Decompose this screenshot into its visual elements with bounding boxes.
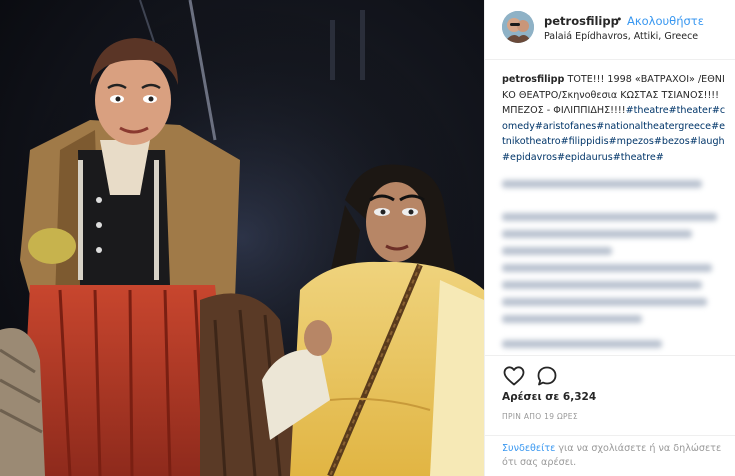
follow-button[interactable]: Ακολουθήστε bbox=[627, 14, 704, 28]
login-link[interactable]: Συνδεθείτε bbox=[502, 443, 555, 454]
post-timestamp[interactable]: ΠΡΙΝ ΑΠΟ 19 ΩΡΕΣ bbox=[502, 412, 578, 421]
post-header: petrosfilipp • Ακολουθήστε Palaiá Epídha… bbox=[485, 0, 735, 60]
username-link[interactable]: petrosfilipp bbox=[544, 14, 619, 28]
heart-icon[interactable] bbox=[502, 364, 526, 388]
post-side-panel: petrosfilipp • Ακολουθήστε Palaiá Epídha… bbox=[484, 0, 735, 476]
separator-dot: • bbox=[616, 13, 623, 26]
avatar-image bbox=[502, 11, 534, 43]
caption-username[interactable]: petrosfilipp bbox=[502, 74, 564, 85]
post-photo[interactable] bbox=[0, 0, 484, 476]
comment-icon[interactable] bbox=[535, 364, 559, 388]
avatar[interactable] bbox=[502, 11, 534, 43]
comment-login-bar: Συνδεθείτε για να σχολιάσετε ή να δηλώσε… bbox=[485, 435, 735, 476]
blurred-comment bbox=[502, 180, 722, 197]
theatre-scene-image bbox=[0, 0, 484, 476]
post-caption: petrosfilipp ΤΟΤΕ!!! 1998 «ΒΑΤΡΑΧΟΙ» /ΕΘ… bbox=[502, 72, 728, 165]
likes-count[interactable]: Αρέσει σε 6,324 bbox=[502, 391, 596, 403]
login-prompt: Συνδεθείτε για να σχολιάσετε ή να δηλώσε… bbox=[502, 442, 728, 470]
location-link[interactable]: Palaiá Epídhavros, Attiki, Greece bbox=[544, 31, 698, 42]
blurred-comment bbox=[502, 213, 722, 332]
